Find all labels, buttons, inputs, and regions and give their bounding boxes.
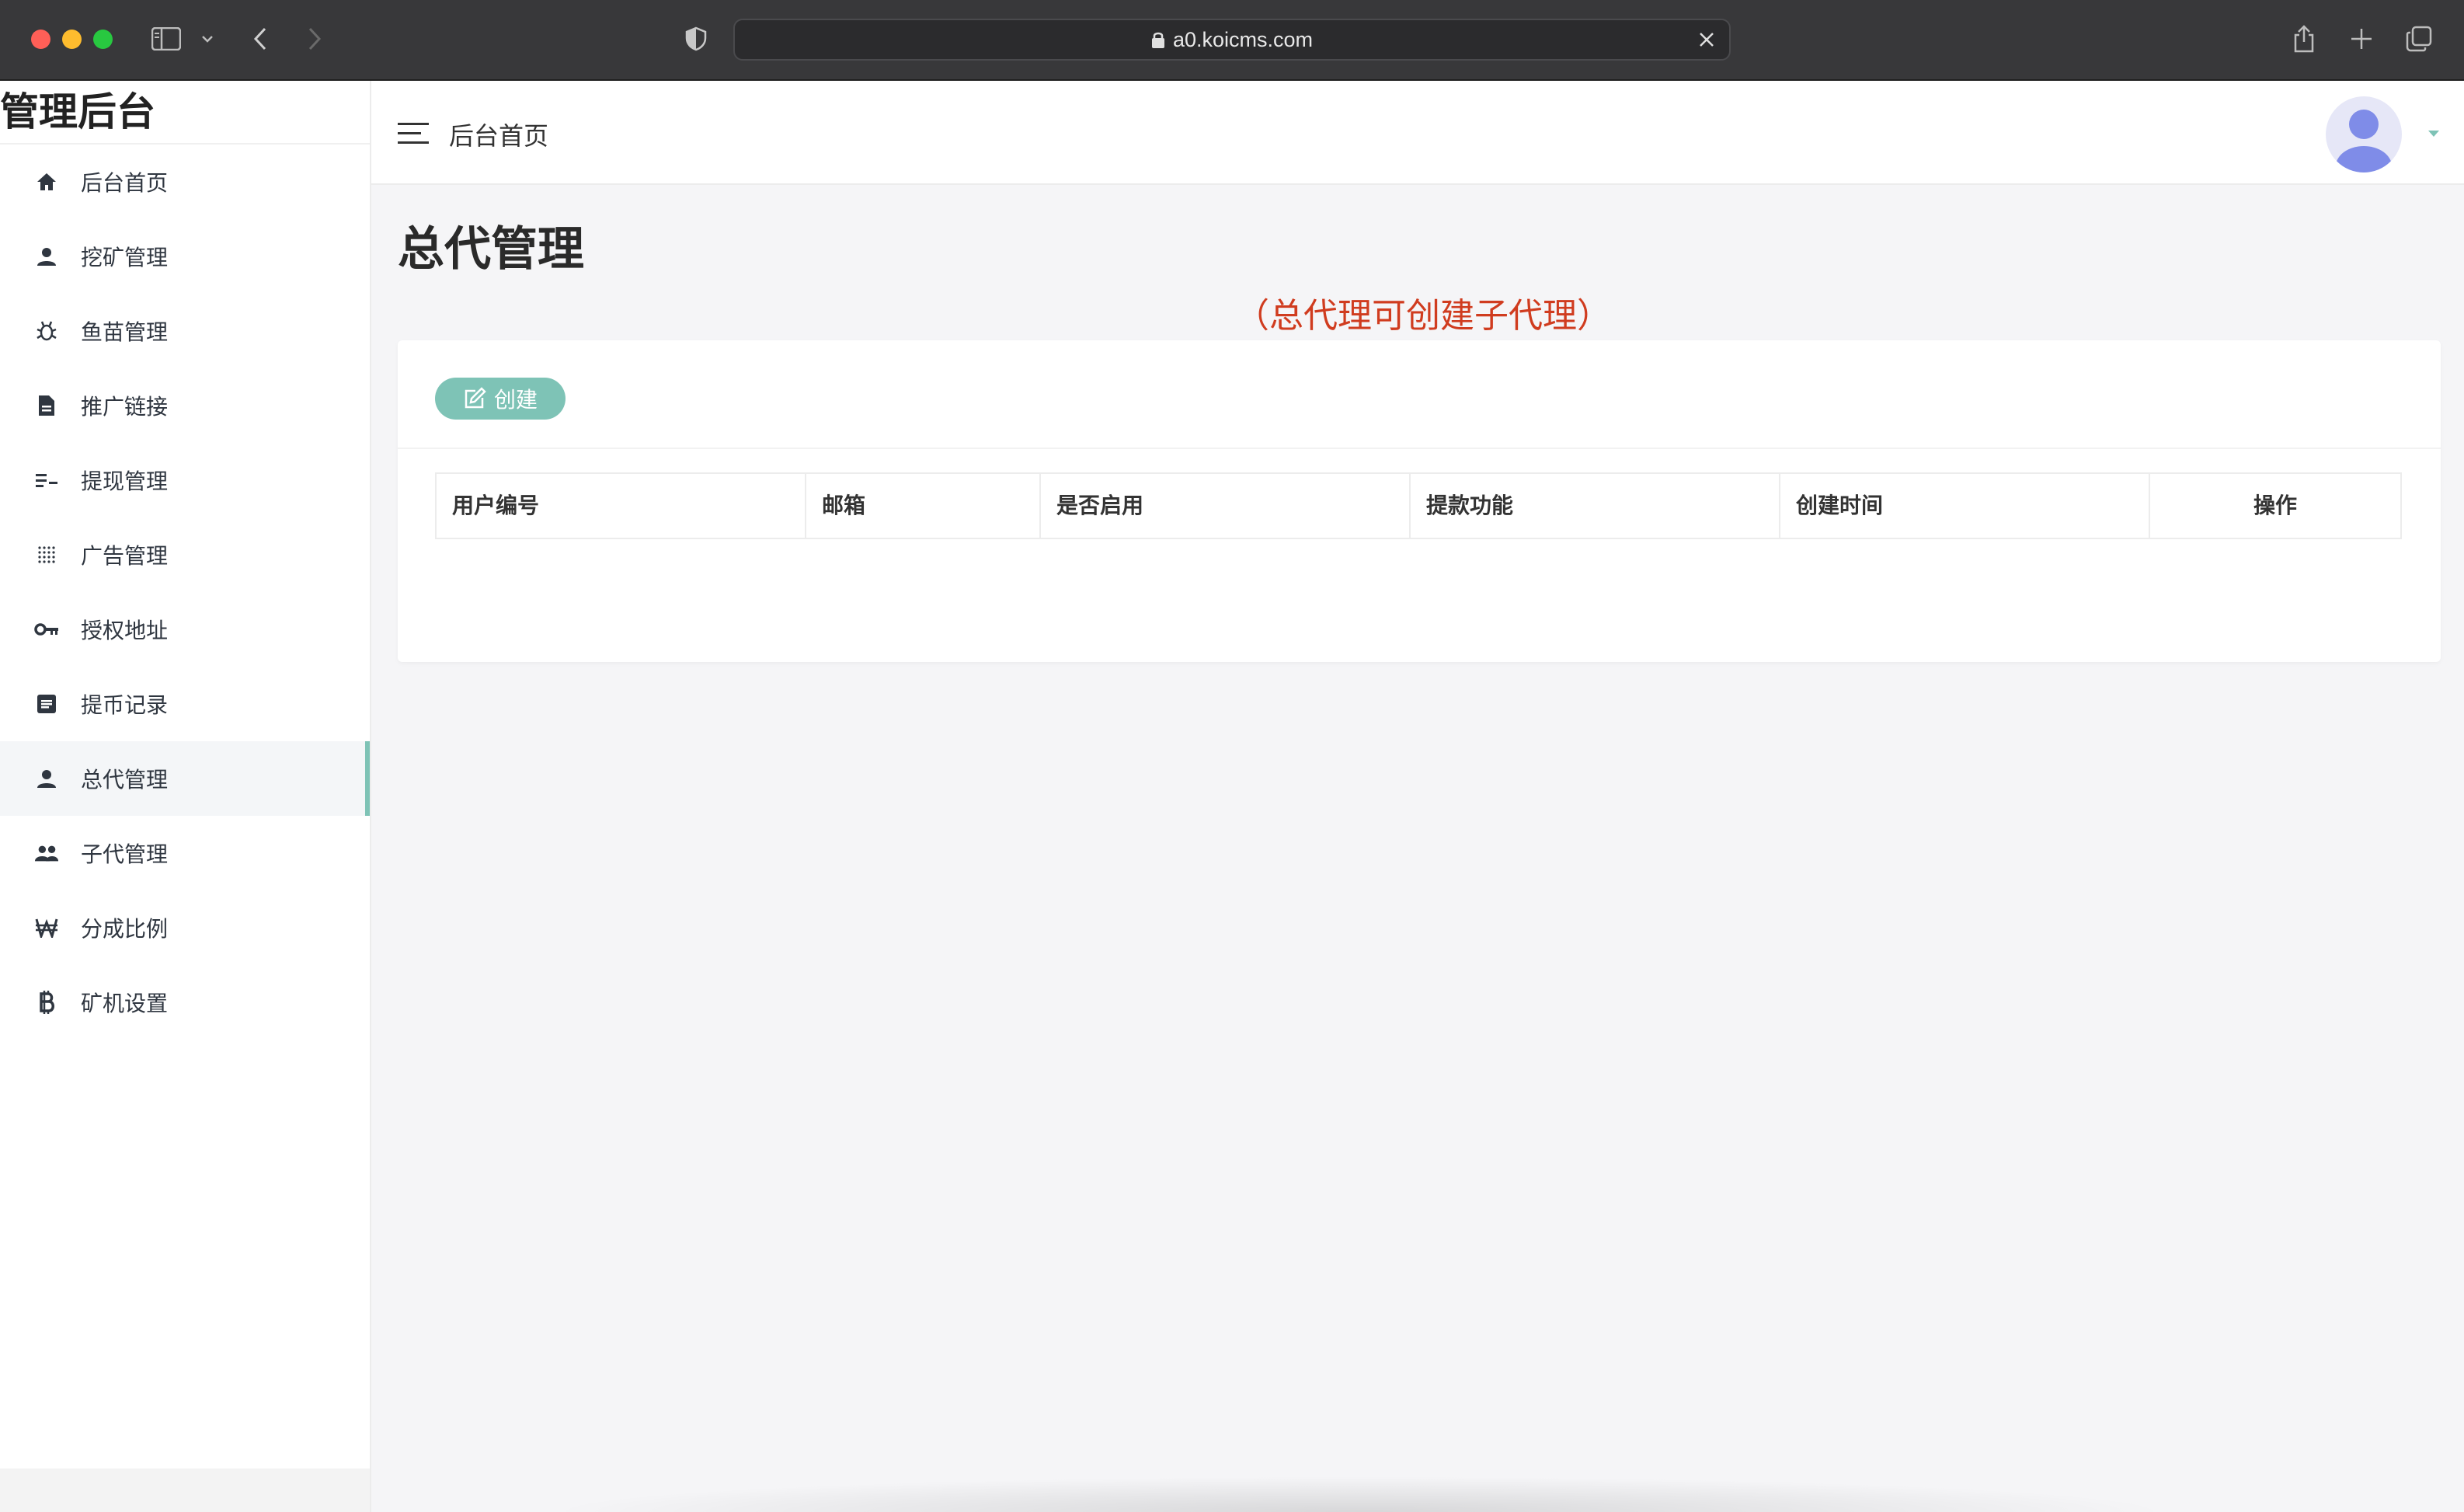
- sidebar-item-label: 广告管理: [81, 544, 169, 568]
- group-icon: [34, 841, 59, 866]
- window-close-button[interactable]: [31, 30, 50, 49]
- window-minimize-button[interactable]: [62, 30, 82, 49]
- back-icon[interactable]: [247, 22, 273, 56]
- agent-table: 用户编号 邮箱 是否启用 提款功能 创建时间 操作: [435, 472, 2402, 539]
- breadcrumb[interactable]: 后台首页: [449, 117, 548, 152]
- chevron-down-icon[interactable]: [197, 22, 218, 56]
- sidebar-item-share-ratio[interactable]: 分成比例: [0, 890, 370, 965]
- sidebar-nav: 后台首页 挖矿管理 鱼苗管理 推广链接 提现管理 广告管理 授权地址 提币记录 …: [0, 145, 370, 1040]
- privacy-shield-icon[interactable]: [680, 22, 712, 56]
- dots-grid-icon: [34, 542, 59, 567]
- new-tab-icon[interactable]: [2346, 22, 2377, 56]
- sidebar-item-general-agent[interactable]: 总代管理: [0, 741, 370, 816]
- url-text: a0.koicms.com: [1172, 27, 1314, 51]
- tab-overview-icon[interactable]: [2403, 22, 2434, 56]
- sidebar-item-fry[interactable]: 鱼苗管理: [0, 294, 370, 368]
- edit-icon: [465, 387, 486, 409]
- create-button[interactable]: 创建: [435, 378, 566, 420]
- sidebar-item-label: 授权地址: [81, 618, 169, 643]
- sidebar-item-label: 挖矿管理: [81, 246, 169, 270]
- sidebar-item-ads[interactable]: 广告管理: [0, 517, 370, 592]
- sidebar-item-promo-link[interactable]: 推广链接: [0, 368, 370, 443]
- home-icon: [34, 169, 59, 194]
- lock-icon: [1151, 32, 1164, 48]
- sidebar-item-label: 子代管理: [81, 842, 169, 866]
- user-icon: [34, 244, 59, 269]
- column-header-withdraw[interactable]: 提款功能: [1411, 474, 1780, 538]
- sidebar: 管理后台 后台首页 挖矿管理 鱼苗管理 推广链接 提现管理 广告管理 授权地址 …: [0, 81, 371, 1512]
- sidebar-item-auth-address[interactable]: 授权地址: [0, 592, 370, 667]
- sidebar-item-label: 提现管理: [81, 469, 169, 493]
- chevron-down-icon[interactable]: [2427, 129, 2440, 138]
- won-icon: [34, 915, 59, 940]
- sidebar-item-label: 鱼苗管理: [81, 320, 169, 344]
- sidebar-item-label: 提币记录: [81, 693, 169, 717]
- user-icon: [34, 766, 59, 791]
- window-zoom-button[interactable]: [93, 30, 113, 49]
- sidebar-item-sub-agent[interactable]: 子代管理: [0, 816, 370, 890]
- sidebar-item-mining[interactable]: 挖矿管理: [0, 219, 370, 294]
- column-header-actions: 操作: [2253, 493, 2297, 517]
- sidebar-item-label: 后台首页: [81, 171, 169, 195]
- brand-title: 管理后台: [0, 81, 370, 145]
- menu-toggle-icon[interactable]: [398, 121, 430, 146]
- window-shadow: [544, 1476, 2175, 1512]
- create-button-label: 创建: [493, 388, 538, 412]
- sidebar-item-coin-records[interactable]: 提币记录: [0, 667, 370, 741]
- column-header-email[interactable]: 邮箱: [806, 474, 1041, 538]
- sidebar-item-label: 推广链接: [81, 395, 169, 419]
- browser-toolbar: a0.koicms.com: [0, 0, 2464, 81]
- column-header-created-at[interactable]: 创建时间: [1780, 474, 2150, 538]
- bug-icon: [34, 319, 59, 343]
- sidebar-item-label: 分成比例: [81, 917, 169, 941]
- record-icon: [34, 692, 59, 716]
- sidebar-item-label: 总代管理: [81, 768, 169, 792]
- divider: [398, 448, 2441, 449]
- forward-icon[interactable]: [301, 22, 328, 56]
- column-header-user-id[interactable]: 用户编号: [437, 474, 806, 538]
- top-header: 后台首页: [371, 81, 2464, 185]
- sidebar-toggle-icon[interactable]: [149, 22, 183, 56]
- avatar[interactable]: [2326, 96, 2402, 172]
- page-title: 总代管理: [398, 223, 584, 275]
- key-icon: [34, 617, 59, 642]
- close-icon[interactable]: [1695, 28, 1718, 51]
- column-header-enabled[interactable]: 是否启用: [1041, 474, 1411, 538]
- list-icon: [34, 468, 59, 493]
- share-icon[interactable]: [2288, 22, 2320, 56]
- agent-card: 创建 用户编号 邮箱 是否启用 提款功能 创建时间 操作: [398, 340, 2441, 662]
- sidebar-footer: [0, 1468, 370, 1512]
- sidebar-item-miner-settings[interactable]: 矿机设置: [0, 965, 370, 1040]
- bitcoin-icon: [34, 990, 59, 1015]
- sidebar-item-withdraw[interactable]: 提现管理: [0, 443, 370, 517]
- page-note: （总代理可创建子代理）: [1235, 297, 1611, 335]
- sidebar-item-label: 矿机设置: [81, 991, 169, 1016]
- sidebar-item-home[interactable]: 后台首页: [0, 145, 370, 219]
- document-icon: [34, 393, 59, 418]
- address-bar[interactable]: a0.koicms.com: [733, 19, 1731, 61]
